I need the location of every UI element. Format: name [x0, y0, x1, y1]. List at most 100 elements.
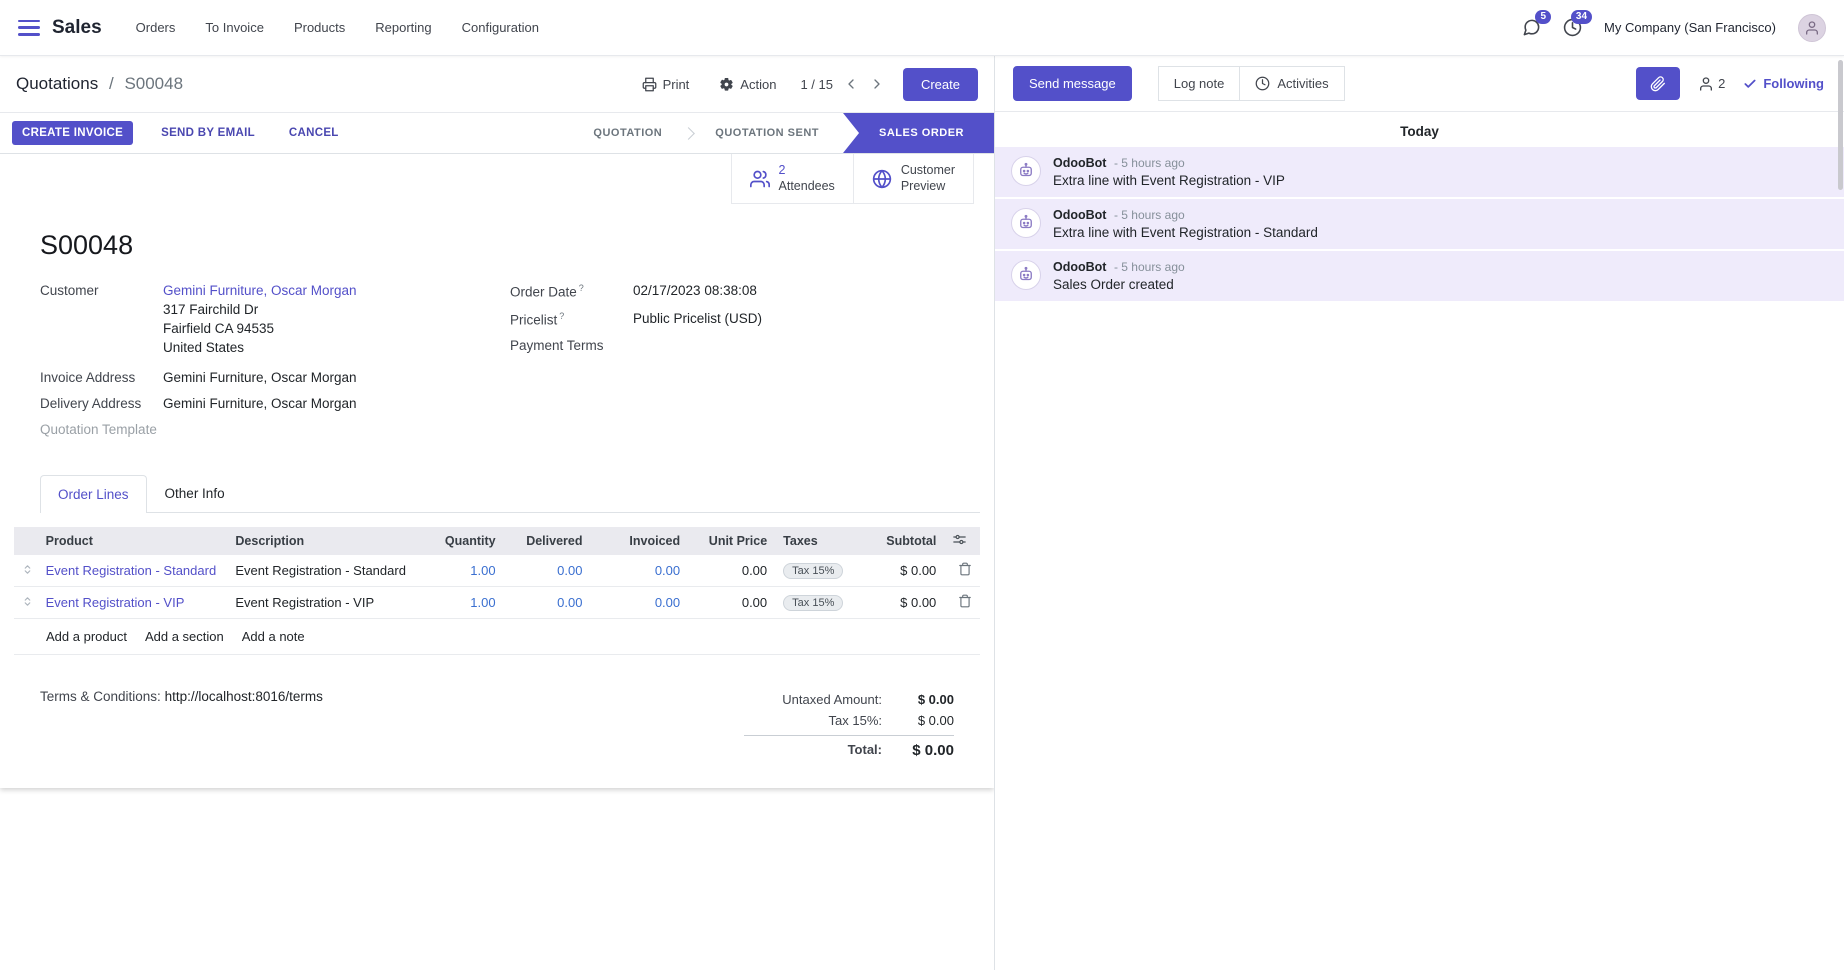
column-description[interactable]: Description	[227, 527, 426, 555]
unit-price-cell[interactable]: 0.00	[688, 587, 775, 619]
customer-country: United States	[163, 340, 357, 355]
followers-button[interactable]: 2	[1698, 76, 1725, 92]
tab-order-lines[interactable]: Order Lines	[40, 475, 147, 513]
gear-icon	[719, 77, 734, 92]
column-delivered[interactable]: Delivered	[504, 527, 591, 555]
step-quotation[interactable]: QUOTATION	[569, 113, 686, 153]
column-product[interactable]: Product	[38, 527, 228, 555]
preview-label-line1: Customer	[901, 163, 955, 179]
print-button[interactable]: Print	[636, 76, 696, 93]
message-author[interactable]: OdooBot	[1053, 156, 1106, 170]
message-author[interactable]: OdooBot	[1053, 208, 1106, 222]
scrollbar-thumb[interactable]	[1838, 60, 1843, 190]
attendees-count: 2	[779, 163, 835, 179]
globe-icon	[872, 169, 892, 189]
menu-configuration[interactable]: Configuration	[462, 20, 539, 35]
invoice-address-value[interactable]: Gemini Furniture, Oscar Morgan	[163, 370, 357, 385]
delivered-cell[interactable]: 0.00	[504, 587, 591, 619]
order-date-value[interactable]: 02/17/2023 08:38:08	[633, 283, 757, 300]
attach-file-button[interactable]	[1636, 67, 1680, 100]
invoiced-cell[interactable]: 0.00	[590, 587, 688, 619]
step-quotation-sent[interactable]: QUOTATION SENT	[691, 113, 843, 153]
message-author[interactable]: OdooBot	[1053, 260, 1106, 274]
chatter-scrollbar[interactable]	[1837, 56, 1844, 970]
step-sales-order[interactable]: SALES ORDER	[843, 113, 994, 153]
quantity-cell[interactable]: 1.00	[426, 555, 503, 587]
invoiced-cell[interactable]: 0.00	[590, 555, 688, 587]
delivery-address-value[interactable]: Gemini Furniture, Oscar Morgan	[163, 396, 357, 411]
tax-badge[interactable]: Tax 15%	[783, 563, 843, 579]
message-timestamp: - 5 hours ago	[1114, 156, 1185, 170]
product-link[interactable]: Event Registration - Standard	[46, 563, 217, 578]
tax-badge[interactable]: Tax 15%	[783, 595, 843, 611]
unit-price-cell[interactable]: 0.00	[688, 555, 775, 587]
optional-columns-button[interactable]	[944, 527, 980, 555]
create-button[interactable]: Create	[903, 68, 978, 101]
send-message-button[interactable]: Send message	[1013, 66, 1132, 101]
trash-icon	[958, 594, 972, 608]
drag-handle-icon[interactable]	[22, 595, 33, 610]
action-button[interactable]: Action	[713, 76, 782, 93]
customer-link[interactable]: Gemini Furniture, Oscar Morgan	[163, 283, 357, 298]
menu-orders[interactable]: Orders	[136, 20, 176, 35]
message-timestamp: - 5 hours ago	[1114, 208, 1185, 222]
column-quantity[interactable]: Quantity	[426, 527, 503, 555]
menu-reporting[interactable]: Reporting	[375, 20, 431, 35]
drag-handle-icon[interactable]	[22, 563, 33, 578]
messages-menu-button[interactable]: 5	[1522, 18, 1541, 37]
user-avatar[interactable]	[1798, 14, 1826, 42]
create-invoice-button[interactable]: CREATE INVOICE	[12, 121, 133, 145]
delete-row-button[interactable]	[958, 562, 972, 579]
log-note-button[interactable]: Log note	[1158, 66, 1241, 101]
description-cell[interactable]: Event Registration - Standard	[227, 555, 426, 587]
message-item: OdooBot - 5 hours ago Extra line with Ev…	[995, 199, 1844, 249]
chatter-panel: Send message Log note Activities 2	[995, 56, 1844, 970]
app-brand[interactable]: Sales	[52, 17, 102, 39]
untaxed-amount-value: $ 0.00	[896, 692, 954, 707]
product-link[interactable]: Event Registration - VIP	[46, 595, 185, 610]
add-product-link[interactable]: Add a product	[46, 629, 127, 644]
button-box: 2 Attendees Customer Preview	[14, 154, 980, 204]
odoobot-avatar	[1011, 260, 1041, 290]
column-invoiced[interactable]: Invoiced	[590, 527, 688, 555]
control-panel: Quotations / S00048 Print Action 1 / 15	[0, 56, 994, 112]
message-item: OdooBot - 5 hours ago Extra line with Ev…	[995, 147, 1844, 197]
menu-products[interactable]: Products	[294, 20, 345, 35]
add-note-link[interactable]: Add a note	[242, 629, 305, 644]
terms-link[interactable]: http://localhost:8016/terms	[165, 689, 323, 704]
activities-count-badge: 34	[1571, 10, 1592, 24]
total-label: Total:	[848, 742, 882, 759]
order-date-label: Order Date?	[510, 283, 633, 300]
column-unit-price[interactable]: Unit Price	[688, 527, 775, 555]
company-switcher[interactable]: My Company (San Francisco)	[1604, 20, 1776, 35]
message-item: OdooBot - 5 hours ago Sales Order create…	[995, 251, 1844, 301]
quantity-cell[interactable]: 1.00	[426, 587, 503, 619]
column-subtotal[interactable]: Subtotal	[851, 527, 944, 555]
pager-previous-button[interactable]	[843, 76, 859, 92]
customer-preview-button[interactable]: Customer Preview	[853, 154, 974, 204]
attendees-button[interactable]: 2 Attendees	[731, 154, 853, 204]
menu-to-invoice[interactable]: To Invoice	[205, 20, 264, 35]
add-section-link[interactable]: Add a section	[145, 629, 224, 644]
subtotal-cell: $ 0.00	[851, 555, 944, 587]
following-toggle[interactable]: Following	[1743, 76, 1824, 91]
message-body: Sales Order created	[1053, 277, 1185, 292]
delivered-cell[interactable]: 0.00	[504, 555, 591, 587]
send-by-email-button[interactable]: SEND BY EMAIL	[155, 126, 261, 140]
customer-street: 317 Fairchild Dr	[163, 302, 357, 317]
description-cell[interactable]: Event Registration - VIP	[227, 587, 426, 619]
pricelist-value[interactable]: Public Pricelist (USD)	[633, 311, 762, 328]
activities-button[interactable]: Activities	[1240, 66, 1344, 101]
date-divider: Today	[995, 112, 1844, 147]
breadcrumb-current: S00048	[124, 74, 183, 93]
pager-next-button[interactable]	[869, 76, 885, 92]
order-line-row: Event Registration - VIP Event Registrat…	[14, 587, 980, 619]
activities-menu-button[interactable]: 34	[1563, 18, 1582, 37]
table-footer-links: Add a product Add a section Add a note	[14, 619, 980, 655]
breadcrumb-quotations[interactable]: Quotations	[16, 74, 98, 93]
delete-row-button[interactable]	[958, 594, 972, 611]
apps-menu-icon[interactable]	[18, 20, 40, 36]
tab-other-info[interactable]: Other Info	[147, 474, 243, 512]
cancel-button[interactable]: CANCEL	[283, 126, 345, 140]
column-taxes[interactable]: Taxes	[775, 527, 851, 555]
